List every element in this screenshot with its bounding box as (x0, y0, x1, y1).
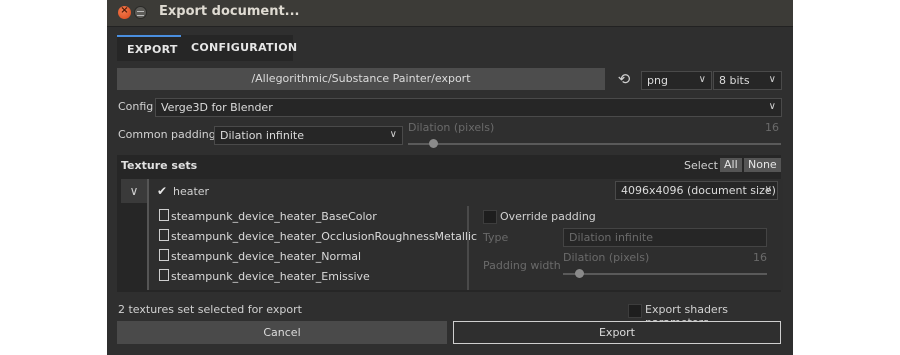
file-item: steampunk_device_heater_BaseColor (159, 208, 377, 226)
config-select[interactable]: Verge3D for Blender ∨ (155, 98, 782, 117)
status-text: 2 textures set selected for export (118, 303, 302, 316)
bit-depth-value: 8 bits (719, 74, 750, 87)
config-label: Config (118, 100, 154, 113)
config-value: Verge3D for Blender (161, 101, 273, 114)
padding-label: Common padding (118, 128, 216, 141)
export-shaders-checkbox[interactable] (628, 304, 642, 318)
chevron-down-icon: ∨ (768, 74, 776, 85)
set-checkbox[interactable]: ✔ (157, 184, 167, 198)
select-label: Select (684, 159, 718, 172)
set-name: heater (173, 185, 210, 198)
sub-dilation-value: 16 (753, 251, 767, 264)
padding-select[interactable]: Dilation infinite ∨ (214, 126, 403, 145)
export-button[interactable]: Export (453, 321, 781, 344)
cancel-button[interactable]: Cancel (117, 321, 447, 344)
dilation-slider-handle[interactable] (429, 139, 438, 148)
texture-sets-title: Texture sets (121, 159, 198, 172)
texture-set-panel: ✔ heater 4096x4096 (document size) ∨ ste… (147, 179, 783, 290)
type-label: Type (483, 231, 509, 244)
sub-dilation-slider-handle[interactable] (575, 269, 584, 278)
close-window-button[interactable]: × (118, 5, 131, 19)
chevron-down-icon: ∨ (129, 184, 139, 198)
file-item: steampunk_device_heater_Normal (159, 248, 361, 266)
chevron-down-icon: ∨ (764, 184, 772, 195)
override-padding-checkbox[interactable] (483, 210, 497, 224)
file-icon (159, 209, 169, 221)
file-name: steampunk_device_heater_BaseColor (171, 210, 377, 223)
export-dialog: × Export document... EXPORT CONFIGURATIO… (107, 0, 793, 355)
format-select[interactable]: png ∨ (641, 71, 712, 90)
texture-sets-panel: Texture sets Select All None ∨ ✔ heater … (117, 155, 783, 292)
dilation-label: Dilation (pixels) (408, 121, 495, 134)
window-menu-button[interactable] (134, 6, 147, 19)
dilation-slider-track[interactable] (408, 143, 781, 145)
file-name: steampunk_device_heater_Emissive (171, 270, 370, 283)
texture-sets-header: Texture sets Select All None (117, 155, 781, 175)
file-name: steampunk_device_heater_OcclusionRoughne… (171, 230, 478, 243)
file-icon (159, 229, 169, 241)
override-padding-label: Override padding (500, 210, 596, 223)
chevron-down-icon: ∨ (768, 101, 776, 112)
chevron-down-icon: ∨ (698, 74, 706, 85)
check-icon: ✔ (157, 184, 168, 198)
type-select[interactable]: Dilation infinite (563, 228, 767, 247)
file-icon (159, 249, 169, 261)
tab-export[interactable]: EXPORT (117, 35, 181, 61)
texture-size-value: 4096x4096 (document size) (621, 184, 776, 197)
sub-dilation-label: Dilation (pixels) (563, 251, 650, 264)
reset-path-icon[interactable]: ⟲ (616, 71, 632, 87)
select-all-button[interactable]: All (720, 158, 742, 172)
sub-dilation-slider-track[interactable] (563, 273, 767, 275)
type-value: Dilation infinite (569, 231, 653, 244)
texture-size-select[interactable]: 4096x4096 (document size) ∨ (615, 181, 778, 200)
file-name: steampunk_device_heater_Normal (171, 250, 362, 263)
format-value: png (647, 74, 668, 87)
export-path-field[interactable]: /Allegorithmic/Substance Painter/export (117, 68, 605, 90)
close-icon: × (120, 5, 129, 16)
file-item: steampunk_device_heater_Emissive (159, 268, 370, 286)
collapse-toggle[interactable]: ∨ (121, 179, 147, 203)
window-title: Export document... (159, 4, 300, 19)
dilation-value: 16 (765, 121, 779, 134)
title-bar: × Export document... (107, 0, 793, 27)
menu-icon (137, 11, 144, 16)
file-icon (159, 269, 169, 281)
divider (467, 206, 469, 290)
file-item: steampunk_device_heater_OcclusionRoughne… (159, 228, 477, 246)
padding-value: Dilation infinite (220, 129, 304, 142)
select-none-button[interactable]: None (744, 158, 781, 172)
tab-configuration[interactable]: CONFIGURATION (181, 35, 297, 61)
bit-depth-select[interactable]: 8 bits ∨ (713, 71, 782, 90)
chevron-down-icon: ∨ (389, 129, 397, 140)
padding-width-label: Padding width (483, 259, 561, 272)
